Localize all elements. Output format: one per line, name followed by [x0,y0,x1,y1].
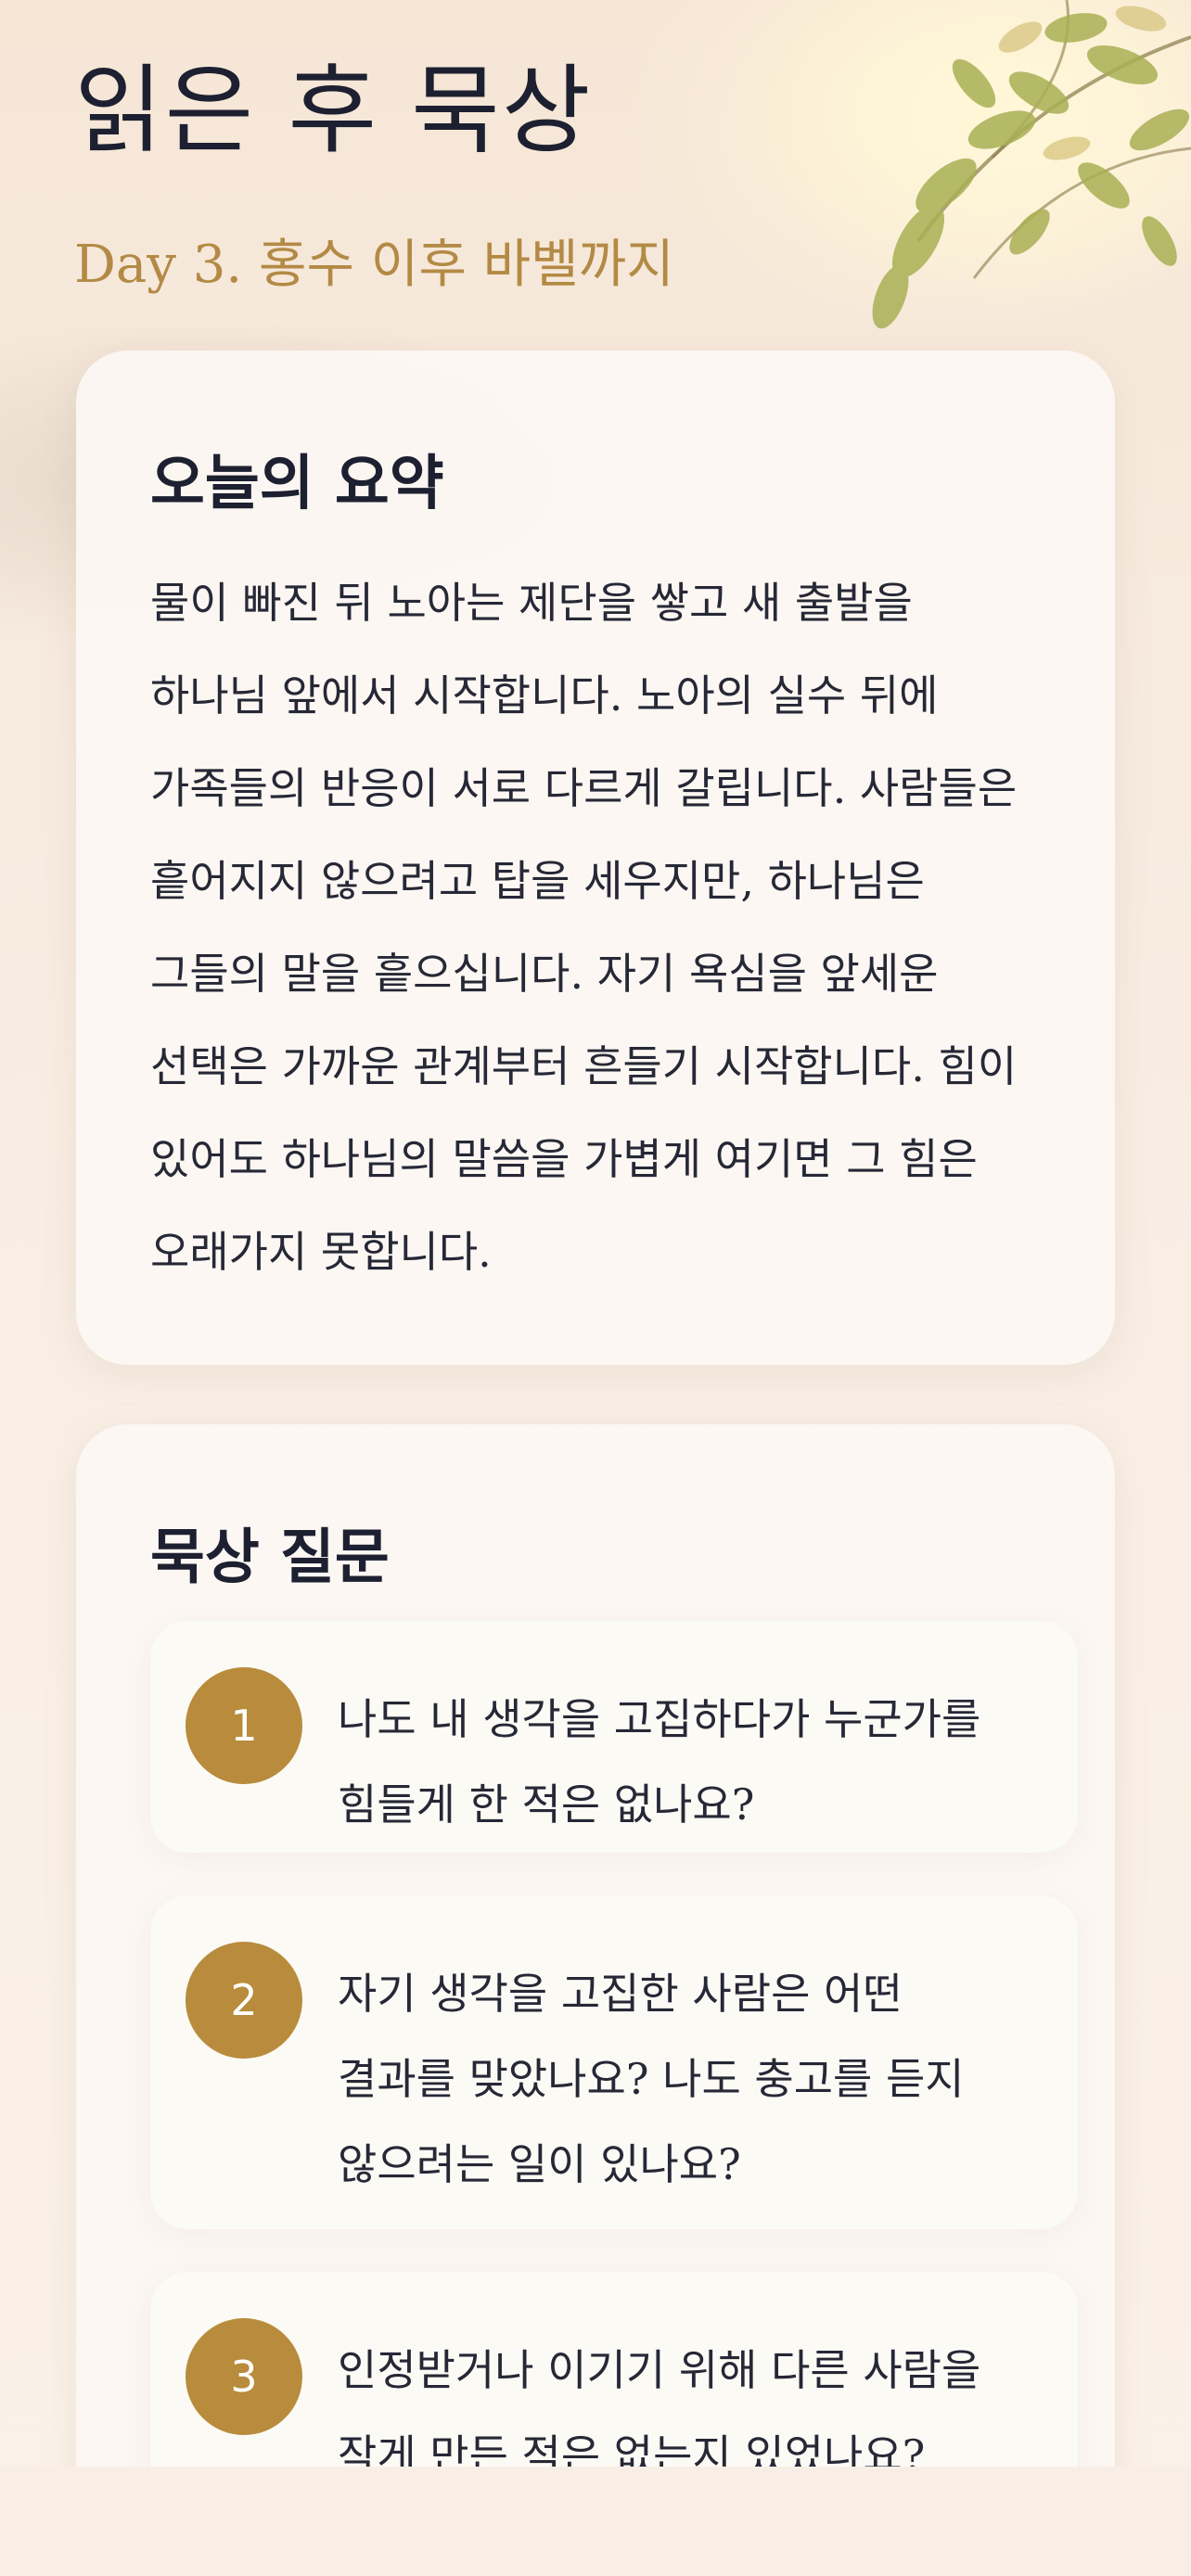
bottom-bar [0,2467,1191,2576]
question-text: 나도 내 생각을 고집하다가 누군가를 힘들게 한 적은 없나요? [338,1694,981,1830]
question-number-badge: 1 [186,1667,302,1784]
question-item-1[interactable]: 1 나도 내 생각을 고집하다가 누군가를 힘들게 한 적은 없나요? [150,1621,1078,1853]
question-item-2[interactable]: 2 자기 생각을 고집한 사람은 어떤 결과를 맞았나요? 나도 충고를 듣지 … [150,1895,1078,2229]
page-title: 읽은 후 묵상 [74,54,593,167]
question-number-badge: 2 [186,1942,302,2059]
question-text: 자기 생각을 고집한 사람은 어떤 결과를 맞았나요? 나도 충고를 듣지 않으… [338,1969,965,2189]
summary-card: 오늘의 요약 물이 빠진 뒤 노아는 제단을 쌓고 새 출발을 하나님 앞에서 … [76,351,1115,1365]
question-number-badge: 3 [186,2318,302,2435]
summary-heading: 오늘의 요약 [150,449,444,518]
question-list: 1 나도 내 생각을 고집하다가 누군가를 힘들게 한 적은 없나요? 2 자기… [150,1621,1078,2550]
questions-heading: 묵상 질문 [150,1523,390,1592]
day-subtitle: Day 3. 홍수 이후 바벨까지 [74,235,674,295]
questions-card: 묵상 질문 1 나도 내 생각을 고집하다가 누군가를 힘들게 한 적은 없나요… [76,1424,1115,2574]
leaves-branch-icon [640,0,1191,389]
summary-text: 물이 빠진 뒤 노아는 제단을 쌓고 새 출발을 하나님 앞에서 시작합니다. … [150,578,1018,1277]
